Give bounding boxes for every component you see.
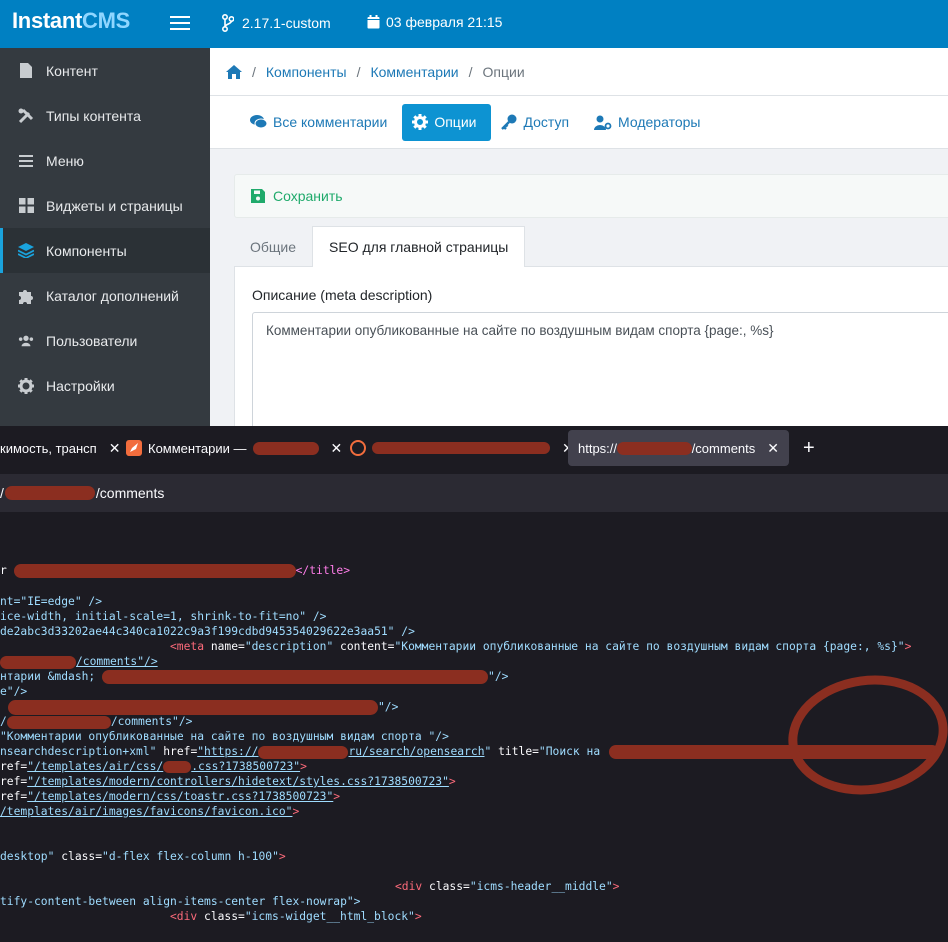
grid-icon [18, 198, 34, 214]
user-cog-icon [594, 115, 612, 130]
source-line: "/> [0, 700, 398, 715]
layers-icon [18, 243, 34, 259]
sidebar-item-label: Контент [46, 62, 98, 79]
sidebar-item-label: Каталог дополнений [46, 287, 179, 304]
seo-panel: Описание (meta description) Комментарии … [234, 267, 948, 426]
close-icon[interactable]: ✕ [331, 440, 343, 457]
version-label: 2.17.1-custom [242, 15, 331, 31]
sidebar-item-content-types[interactable]: Типы контента [0, 93, 210, 138]
calendar-icon [367, 15, 380, 29]
source-line: <div class="icms-widget__html_block"> [170, 910, 422, 923]
source-line: //comments"/> [0, 715, 193, 729]
component-tabs: Все комментарии Опции Доступ Модераторы [210, 96, 948, 149]
source-line: /templates/air/images/favicons/favicon.i… [0, 805, 300, 818]
browser-tab-strip: кимость, трансп✕ Комментарии — ✕ ✕ https… [0, 426, 948, 472]
breadcrumb-link-comments[interactable]: Комментарии [370, 64, 458, 80]
sidebar-item-label: Пользователи [46, 332, 138, 349]
source-line: tify-content-between align-items-center … [0, 895, 361, 908]
site-icon [350, 440, 366, 456]
browser-source-view: кимость, трансп✕ Комментарии — ✕ ✕ https… [0, 426, 948, 942]
sidebar-item-label: Компоненты [46, 242, 127, 259]
sidebar-item-users[interactable]: Пользователи [0, 318, 210, 363]
top-header: InstantCMS 2.17.1-custom 03 февраля 21:1… [0, 0, 948, 48]
browser-tab[interactable]: кимость, трансп ✕ [0, 430, 120, 466]
sidebar-item-settings[interactable]: Настройки [0, 363, 210, 408]
source-line: ref="/templates/air/css/.css?1738500723"… [0, 760, 307, 773]
source-line: r </title> [0, 564, 351, 578]
address-bar[interactable]: / /comments [0, 474, 948, 512]
source-line: de2abc3d33202ae44c340ca1022c9a3f199cdbd9… [0, 625, 415, 638]
tab-all-comments[interactable]: Все комментарии [240, 104, 402, 141]
highlight-circle-annotation [780, 665, 948, 805]
tab-seo-home[interactable]: SEO для главной страницы [312, 226, 526, 268]
sidebar-item-label: Меню [46, 152, 84, 169]
sidebar-item-menu[interactable]: Меню [0, 138, 210, 183]
date-label: 03 февраля 21:15 [386, 14, 503, 30]
cms-admin-screen: InstantCMS 2.17.1-custom 03 февраля 21:1… [0, 0, 948, 426]
sidebar-item-label: Виджеты и страницы [46, 197, 183, 214]
gear-icon [18, 377, 34, 394]
tab-options[interactable]: Опции [402, 103, 492, 141]
source-line: "Комментарии опубликованные на сайте по … [0, 730, 449, 743]
sidebar-item-components[interactable]: Компоненты [0, 228, 210, 273]
bars-icon [18, 153, 34, 169]
redaction [372, 442, 550, 454]
source-line: нтарии &mdash; "/> [0, 670, 509, 684]
version-info[interactable]: 2.17.1-custom [222, 14, 331, 32]
source-line: e"/> [0, 685, 28, 698]
source-line: /comments"/> [0, 655, 158, 669]
tab-general[interactable]: Общие [234, 226, 312, 267]
close-icon[interactable]: ✕ [109, 440, 121, 457]
rocket-icon [126, 440, 142, 456]
sidebar-item-addons[interactable]: Каталог дополнений [0, 273, 210, 318]
gear-icon [412, 114, 429, 130]
source-line: nt="IE=edge" /> [0, 595, 103, 608]
users-icon [18, 333, 34, 349]
tab-access[interactable]: Доступ [491, 104, 584, 141]
tab-moderators[interactable]: Модераторы [584, 104, 715, 141]
redaction [617, 441, 692, 455]
source-line: ref="/templates/modern/controllers/hidet… [0, 775, 456, 788]
breadcrumb-current: Опции [482, 63, 525, 80]
source-line: desktop" class="d-flex flex-column h-100… [0, 850, 286, 863]
key-icon [501, 114, 517, 130]
save-button[interactable]: Сохранить [234, 174, 948, 218]
source-line-meta-description: <meta name="description" content="Коммен… [170, 640, 912, 653]
file-icon [18, 63, 34, 79]
sidebar-item-label: Типы контента [46, 107, 141, 124]
logo[interactable]: InstantCMS [12, 8, 130, 34]
sidebar: Контент Типы контента Меню Виджеты и стр… [0, 48, 210, 426]
browser-tab-active[interactable]: https:///comments ✕ [568, 430, 789, 466]
sidebar-item-label: Настройки [46, 377, 115, 394]
floppy-icon [251, 189, 265, 203]
meta-description-textarea[interactable]: Комментарии опубликованные на сайте по в… [252, 312, 948, 426]
new-tab-button[interactable]: + [803, 430, 815, 466]
branch-icon [222, 14, 234, 32]
sidebar-item-widgets[interactable]: Виджеты и страницы [0, 183, 210, 228]
meta-description-label: Описание (meta description) [252, 287, 433, 303]
source-line: <div class="icms-header__middle"> [395, 880, 620, 893]
browser-tab[interactable]: ✕ [350, 430, 574, 466]
redaction [4, 486, 95, 500]
source-line: ref="/templates/modern/css/toastr.css?17… [0, 790, 341, 803]
breadcrumb-link-components[interactable]: Компоненты [266, 64, 347, 80]
source-line: ice-width, initial-scale=1, shrink-to-fi… [0, 610, 327, 623]
puzzle-icon [18, 288, 34, 304]
tools-icon [18, 108, 34, 124]
browser-tab[interactable]: Комментарии — ✕ [126, 430, 342, 466]
date-info: 03 февраля 21:15 [367, 14, 502, 30]
redaction [252, 441, 319, 455]
page-source: r </title> nt="IE=edge" /> ice-width, in… [0, 512, 948, 942]
menu-toggle-button[interactable] [170, 13, 190, 33]
comments-icon [250, 115, 267, 129]
sidebar-item-content[interactable]: Контент [0, 48, 210, 93]
breadcrumb: / Компоненты / Комментарии / Опции [210, 48, 948, 96]
close-icon[interactable]: ✕ [767, 440, 779, 457]
home-icon[interactable] [226, 64, 242, 79]
options-tabs: Общие SEO для главной страницы [234, 226, 948, 268]
